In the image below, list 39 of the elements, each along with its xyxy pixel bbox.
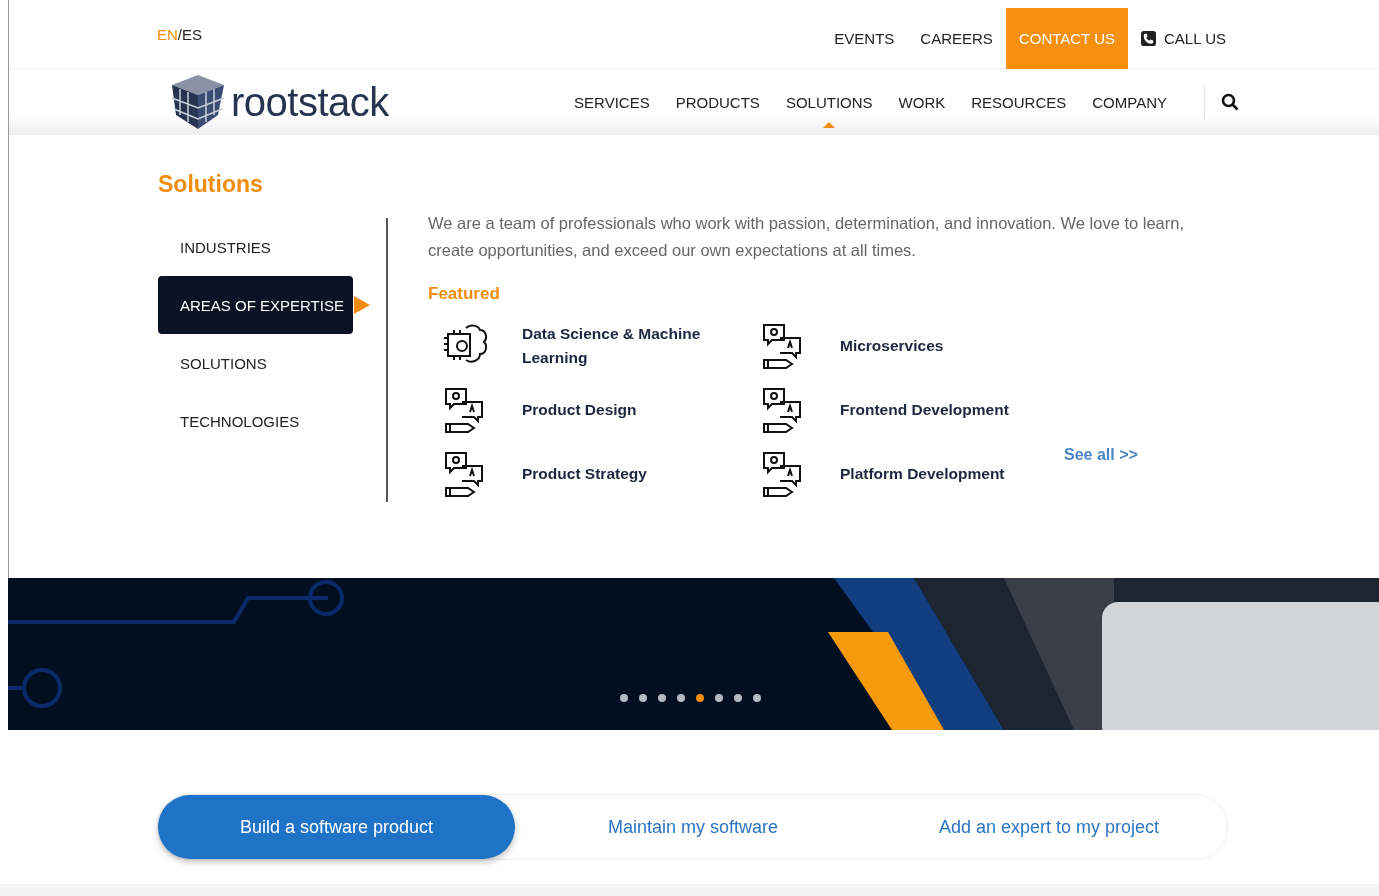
- side-menu-item[interactable]: SOLUTIONS: [158, 334, 353, 392]
- side-menu-item[interactable]: TECHNOLOGIES: [158, 392, 353, 450]
- nav-item[interactable]: WORK: [885, 93, 959, 111]
- nav-item[interactable]: RESOURCES: [958, 93, 1080, 111]
- carousel-dot[interactable]: [696, 694, 704, 702]
- call-link[interactable]: CALL US: [1128, 8, 1239, 69]
- goal-tab[interactable]: Maintain my software: [515, 795, 871, 859]
- side-menu-item[interactable]: INDUSTRIES: [158, 218, 353, 276]
- featured-link[interactable]: Frontend Development: [840, 398, 1030, 422]
- menu-title: Solutions: [158, 171, 264, 198]
- featured-link[interactable]: Product Design: [522, 398, 712, 422]
- carousel-dot[interactable]: [620, 694, 628, 702]
- carousel-dot[interactable]: [715, 694, 723, 702]
- logo-wordmark[interactable]: rootstack: [231, 79, 389, 125]
- carousel-dot[interactable]: [753, 694, 761, 702]
- carousel-dot[interactable]: [639, 694, 647, 702]
- nav-item[interactable]: COMPANY: [1079, 93, 1180, 111]
- featured-link[interactable]: Platform Development: [840, 462, 1030, 486]
- description: We are a team of professionals who work with passion, determination, and innovation. We love to learn, create opportunities, and exceed our own expectations at all times.: [428, 213, 1186, 261]
- top-link[interactable]: EVENTS: [821, 8, 908, 69]
- phone-icon: [1141, 31, 1156, 46]
- carousel-dot[interactable]: [677, 694, 685, 702]
- goal-tab[interactable]: Build a software product: [158, 795, 515, 859]
- nav-item[interactable]: SERVICES: [561, 93, 663, 111]
- featured-link[interactable]: Data Science & Machine Learning: [522, 322, 712, 370]
- language-link[interactable]: ES: [182, 25, 203, 43]
- pointer-icon: [354, 296, 370, 314]
- featured-link[interactable]: Microservices: [840, 334, 1030, 358]
- nav-item[interactable]: PRODUCTS: [662, 93, 773, 111]
- goal-tab[interactable]: Add an expert to my project: [871, 795, 1227, 859]
- carousel-dot[interactable]: [734, 694, 742, 702]
- nav-item[interactable]: SOLUTIONS: [772, 93, 886, 111]
- language-separator: /: [177, 25, 182, 43]
- carousel-dot[interactable]: [658, 694, 666, 702]
- see-all-link[interactable]: See all >>: [1064, 442, 1198, 464]
- top-link[interactable]: CAREERS: [907, 8, 1006, 69]
- featured-link[interactable]: Product Strategy: [522, 462, 712, 486]
- search-icon[interactable]: [1221, 93, 1239, 111]
- featured-heading: Featured: [428, 284, 501, 304]
